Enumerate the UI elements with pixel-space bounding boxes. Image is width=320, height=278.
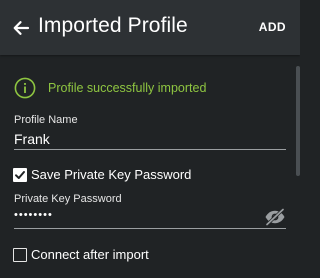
private-key-password-input[interactable]: •••••••• — [14, 209, 53, 221]
eye-off-icon — [265, 208, 285, 226]
save-password-checkbox-row[interactable]: Save Private Key Password — [13, 167, 191, 182]
profile-name-underline — [14, 149, 286, 150]
scrollbar[interactable] — [296, 66, 300, 176]
success-banner: Profile successfully imported — [14, 77, 206, 99]
save-password-checkbox[interactable] — [13, 167, 27, 182]
profile-name-label: Profile Name — [14, 114, 78, 126]
save-password-label: Save Private Key Password — [31, 167, 192, 182]
private-key-password-label: Private Key Password — [14, 193, 122, 205]
info-icon — [14, 77, 36, 99]
arrow-left-icon — [13, 21, 30, 35]
banner-text: Profile successfully imported — [48, 81, 207, 95]
toggle-password-visibility-button[interactable] — [264, 208, 286, 226]
connect-after-import-checkbox[interactable] — [13, 247, 27, 262]
app-bar: Imported Profile ADD — [0, 0, 300, 55]
connect-after-import-label: Connect after import — [31, 247, 149, 262]
profile-name-input[interactable]: Frank — [14, 131, 50, 147]
back-button[interactable] — [8, 15, 34, 41]
private-key-password-underline — [14, 228, 286, 229]
app-window: Imported Profile ADD Profile successfull… — [0, 0, 300, 278]
connect-after-import-checkbox-row[interactable]: Connect after import — [13, 247, 149, 262]
add-button[interactable]: ADD — [259, 20, 286, 34]
page-title: Imported Profile — [38, 14, 188, 37]
checkmark-icon — [15, 170, 25, 179]
